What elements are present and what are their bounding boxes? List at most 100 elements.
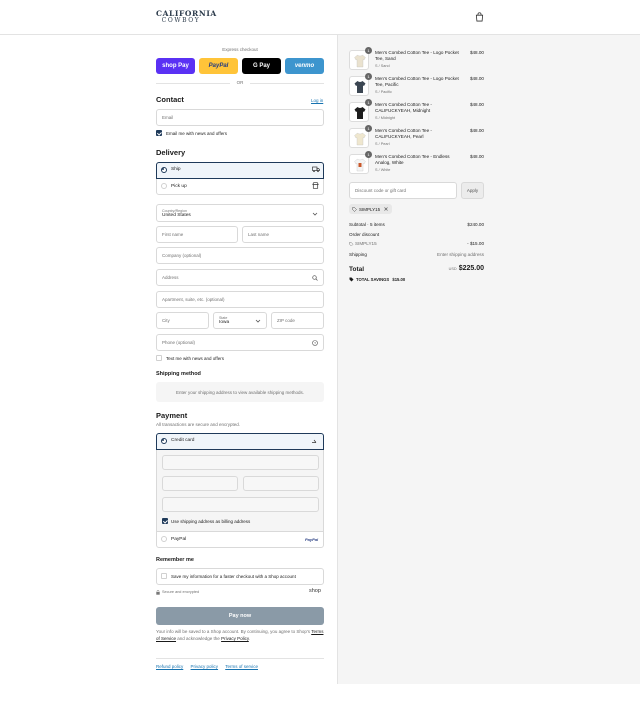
phone-placeholder: Phone (optional) xyxy=(162,340,196,345)
item-price: $48.00 xyxy=(469,102,484,107)
phone-field[interactable]: Phone (optional) ? xyxy=(156,334,324,351)
total-row: Total USD $225.00 xyxy=(349,265,484,273)
help-icon[interactable]: ? xyxy=(312,340,318,346)
tshirt-image xyxy=(354,158,366,172)
store-logo[interactable]: CALIFORNIA COWBOY xyxy=(156,9,216,27)
billing-label: Use shipping address as billing address xyxy=(171,519,251,524)
refund-policy-link[interactable]: Refund policy xyxy=(156,664,183,669)
order-discount-label: Order discount xyxy=(349,232,380,237)
secure-text: Secure and encrypted xyxy=(162,590,200,594)
company-placeholder: Company (optional) xyxy=(162,253,202,258)
company-field[interactable]: Company (optional) xyxy=(156,247,324,264)
subtotal-label: Subtotal · 5 items xyxy=(349,222,385,227)
email-placeholder: Email xyxy=(162,115,174,120)
item-name: Men's Combed Cotton Tee - Logo Pocket Te… xyxy=(375,50,459,62)
last-name-placeholder: Last name xyxy=(248,232,270,237)
item-name: Men's Combed Cotton Tee - CALIFUCKYEAH, … xyxy=(375,102,432,114)
save-info-checkbox[interactable] xyxy=(161,573,167,579)
discount-value: - $15.00 xyxy=(467,241,484,246)
savings-tag-icon xyxy=(349,277,354,282)
zip-field[interactable]: ZIP code xyxy=(271,312,324,329)
pickup-radio[interactable] xyxy=(161,183,167,189)
email-field[interactable]: Email xyxy=(156,109,324,126)
city-field[interactable]: City xyxy=(156,312,209,329)
tshirt-image xyxy=(354,54,366,68)
item-quantity-badge: 1 xyxy=(365,151,372,158)
shipping-method-note-text: Enter your shipping address to view avai… xyxy=(175,389,305,395)
logo-line-2: COWBOY xyxy=(161,17,201,24)
express-checkout-title: Express checkout xyxy=(222,47,258,52)
item-name: Men's Combed Cotton Tee - CALIFUCKYEAH, … xyxy=(375,128,432,140)
item-quantity-badge: 1 xyxy=(365,125,372,132)
discount-input[interactable]: Discount code or gift card xyxy=(349,182,457,199)
venmo-button[interactable]: venmo xyxy=(285,58,324,74)
ship-label: Ship xyxy=(171,167,181,172)
name-on-card-field[interactable] xyxy=(162,497,319,512)
city-placeholder: City xyxy=(162,318,170,323)
apply-button[interactable]: Apply xyxy=(461,182,484,199)
pickup-label: Pick up xyxy=(171,184,187,189)
item-variant: S / Sand xyxy=(375,64,390,68)
shop-logo: shop xyxy=(309,588,321,594)
paypal-button[interactable]: PayPal xyxy=(199,58,238,74)
ship-radio[interactable] xyxy=(161,167,167,173)
google-pay-label: G Pay xyxy=(252,63,270,69)
save-info-label: Save my information for a faster checkou… xyxy=(171,574,296,579)
store-icon xyxy=(312,182,319,189)
shipping-value: Enter shipping address xyxy=(437,252,484,257)
tshirt-image xyxy=(354,107,366,119)
last-name-field[interactable]: Last name xyxy=(242,226,324,243)
item-variant: S / White xyxy=(375,168,391,172)
item-name: Men's Combed Cotton Tee - Endless Analog… xyxy=(375,154,450,166)
close-icon[interactable] xyxy=(384,207,388,211)
security-code-field[interactable] xyxy=(243,476,319,491)
savings-label: TOTAL SAVINGS xyxy=(356,277,390,282)
item-price: $48.00 xyxy=(469,76,484,81)
terms-of-service-footer-link[interactable]: Terms of service xyxy=(225,664,258,669)
footer-privacy-link[interactable]: Privacy policy xyxy=(191,664,219,669)
venmo-label: venmo xyxy=(294,63,315,69)
text-offers-checkbox[interactable] xyxy=(156,355,162,361)
shipping-row: Shipping Enter shipping address xyxy=(349,252,484,257)
card-number-field[interactable] xyxy=(162,455,319,470)
currency-code: USD xyxy=(448,267,457,271)
discount-chip-code: SIMPLY15 xyxy=(359,206,381,212)
paypal-radio[interactable] xyxy=(161,536,167,542)
pay-now-label: Pay now xyxy=(228,613,252,619)
tag-icon xyxy=(352,206,357,212)
card-fields: Use shipping address as billing address xyxy=(156,450,324,531)
country-select[interactable]: Country/Region United States xyxy=(156,204,324,222)
pay-now-button[interactable]: Pay now xyxy=(156,607,324,625)
total-value: $225.00 xyxy=(458,265,484,272)
discount-chip: SIMPLY15 xyxy=(349,204,393,214)
first-name-field[interactable]: First name xyxy=(156,226,238,243)
subtotal-value: $240.00 xyxy=(467,222,484,227)
item-thumbnail: 1 xyxy=(349,151,372,174)
ship-option[interactable] xyxy=(156,162,324,179)
expiration-field[interactable] xyxy=(162,476,238,491)
or-divider: OR xyxy=(156,80,324,85)
google-pay-button[interactable]: G Pay xyxy=(242,58,281,74)
legal-text-1: Your info will be saved to a Shop accoun… xyxy=(156,629,311,634)
shopping-bag-icon[interactable] xyxy=(475,12,484,22)
privacy-policy-link[interactable]: Privacy Policy xyxy=(221,636,249,641)
payment-title: Payment xyxy=(156,411,188,420)
paypal-label: PayPal xyxy=(208,63,229,69)
apartment-field[interactable]: Apartment, suite, etc. (optional) xyxy=(156,291,324,308)
item-variant: S / Midnight xyxy=(375,116,396,120)
item-thumbnail: 1 xyxy=(349,47,372,70)
discount-row: SIMPLY15 - $15.00 xyxy=(349,241,484,246)
state-select[interactable]: State Iowa xyxy=(213,312,267,329)
news-checkbox[interactable] xyxy=(156,130,162,136)
login-link[interactable]: Log in xyxy=(311,98,323,103)
item-price: $48.00 xyxy=(469,128,484,133)
savings-row: TOTAL SAVINGS $15.00 xyxy=(349,277,484,282)
address-field[interactable]: Address xyxy=(156,269,324,286)
payment-subtitle: All transactions are secure and encrypte… xyxy=(156,422,241,427)
shop-pay-button[interactable]: shop Pay xyxy=(156,58,195,74)
shipping-method-title: Shipping method xyxy=(156,371,201,377)
billing-checkbox[interactable] xyxy=(162,518,168,524)
shipping-label: Shipping xyxy=(349,252,367,257)
credit-card-radio[interactable] xyxy=(161,438,167,444)
text-offers-label: Text me with news and offers xyxy=(166,356,224,361)
